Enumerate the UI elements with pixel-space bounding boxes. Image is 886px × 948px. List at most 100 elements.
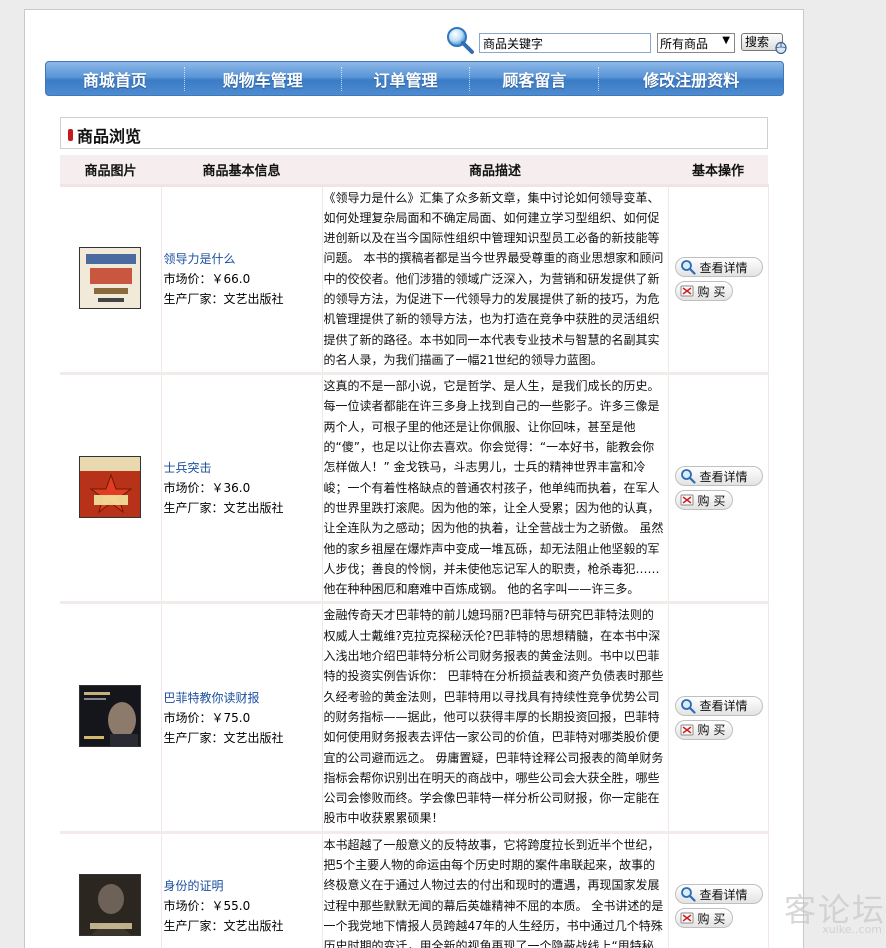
cart-icon (680, 494, 693, 506)
product-table: 商品图片 商品基本信息 商品描述 基本操作 领导力是什么 市场价：￥66.0 生… (60, 155, 769, 948)
product-ops-cell: 查看详情 购 买 (668, 185, 769, 376)
product-cover-image[interactable] (79, 246, 142, 309)
product-info-cell: 巴菲特教你读财报 市场价：￥75.0 生产厂家：文艺出版社 (161, 602, 323, 834)
product-info-cell: 身份的证明 市场价：￥55.0 生产厂家：文艺出版社 (161, 832, 323, 948)
section-title: 商品浏览 (77, 127, 142, 146)
page-container: 所有商品 ▼ 搜索 商城首页 购物车管理 订单管理 顾客留言 (24, 9, 804, 948)
product-info-cell: 领导力是什么 市场价：￥66.0 生产厂家：文艺出版社 (161, 185, 323, 376)
product-maker: 文艺出版社 (223, 730, 284, 745)
product-ops-cell: 查看详情 购 买 (668, 832, 769, 948)
nav-item-cart[interactable]: 购物车管理 (185, 62, 341, 95)
search-bar: 所有商品 ▼ 搜索 (445, 26, 795, 56)
product-price: ￥66.0 (211, 272, 251, 287)
view-details-button[interactable]: 查看详情 (674, 884, 763, 905)
price-label: 市场价： (163, 899, 212, 914)
view-details-button[interactable]: 查看详情 (674, 695, 763, 716)
watermark: 客论坛 xuike..com (784, 885, 886, 936)
price-label: 市场价： (163, 272, 212, 287)
table-row: 领导力是什么 市场价：￥66.0 生产厂家：文艺出版社 《领导力是什么》汇集了众… (60, 185, 769, 376)
view-details-label: 查看详情 (699, 469, 748, 484)
product-ops-cell: 查看详情 购 买 (668, 602, 769, 834)
nav-item-label: 购物车管理 (222, 70, 303, 90)
product-image-cell (60, 373, 162, 605)
view-details-button[interactable]: 查看详情 (674, 466, 763, 487)
product-description: 本书超越了一般意义的反特故事，它将跨度拉长到近半个世纪，把5个主要人物的命运由每… (322, 832, 669, 948)
magnifier-icon (447, 27, 474, 54)
view-details-button[interactable]: 查看详情 (674, 257, 763, 278)
product-cover-image[interactable] (79, 455, 142, 518)
product-image-cell (60, 602, 162, 834)
search-button-label: 搜索 (745, 35, 770, 49)
magnifier-icon (680, 469, 696, 484)
search-input[interactable] (479, 33, 651, 53)
mouse-icon (775, 41, 787, 54)
chevron-down-icon: ▼ (722, 35, 730, 46)
buy-button[interactable]: 购 买 (674, 281, 733, 302)
buy-button[interactable]: 购 买 (674, 490, 733, 511)
product-name-link[interactable]: 身份的证明 (164, 879, 224, 893)
product-maker: 文艺出版社 (223, 292, 284, 307)
nav-item-label: 修改注册资料 (643, 70, 740, 90)
magnifier-icon (680, 260, 696, 275)
product-name-link[interactable]: 士兵突击 (164, 461, 212, 475)
buy-label: 购 买 (697, 723, 726, 738)
product-description: 《领导力是什么》汇集了众多新文章，集中讨论如何领导变革、如何处理复杂局面和不确定… (322, 185, 669, 376)
product-image-cell (60, 832, 162, 948)
buy-button[interactable]: 购 买 (674, 719, 733, 740)
column-header: 商品图片 (60, 155, 161, 187)
table-row: 士兵突击 市场价：￥36.0 生产厂家：文艺出版社 这真的不是一部小说，它是哲学… (60, 373, 769, 605)
buy-button[interactable]: 购 买 (674, 908, 733, 929)
nav-item-home[interactable]: 商城首页 (46, 62, 184, 95)
buy-label: 购 买 (697, 284, 726, 299)
column-header: 商品基本信息 (161, 155, 322, 187)
section-marker-icon (68, 129, 73, 141)
price-label: 市场价： (163, 481, 212, 496)
product-description: 金融传奇天才巴菲特的前儿媳玛丽?巴菲特与研究巴菲特法则的权威人士戴维?克拉克探秘… (322, 602, 669, 834)
product-cover-image[interactable] (79, 873, 142, 936)
view-details-label: 查看详情 (699, 887, 748, 902)
nav-item-label: 商城首页 (82, 70, 147, 90)
main-nav: 商城首页 购物车管理 订单管理 顾客留言 修改注册资料 (45, 61, 784, 96)
cart-icon (680, 724, 693, 736)
cart-icon (680, 285, 693, 297)
cart-icon (680, 912, 693, 924)
view-details-label: 查看详情 (699, 260, 748, 275)
buy-label: 购 买 (697, 911, 726, 926)
magnifier-icon (680, 698, 696, 714)
price-label: 市场价： (163, 710, 212, 725)
nav-item-orders[interactable]: 订单管理 (342, 62, 470, 95)
product-image-cell (60, 185, 162, 376)
magnifier-icon (680, 887, 696, 902)
product-description: 这真的不是一部小说，它是哲学、是人生，是我们成长的历史。每一位读者都能在许三多身… (322, 373, 669, 605)
table-header-row: 商品图片 商品基本信息 商品描述 基本操作 (60, 155, 768, 187)
product-name-link[interactable]: 巴菲特教你读财报 (164, 691, 260, 705)
book-cover-icon (80, 874, 141, 935)
book-cover-icon (80, 456, 141, 517)
product-cover-image[interactable] (79, 685, 142, 748)
book-cover-icon (80, 247, 141, 308)
nav-item-profile[interactable]: 修改注册资料 (599, 62, 783, 95)
column-header: 商品描述 (322, 155, 668, 187)
category-select[interactable]: 所有商品 ▼ (657, 33, 735, 53)
section-header: 商品浏览 (60, 117, 768, 149)
product-name-link[interactable]: 领导力是什么 (164, 252, 236, 266)
product-maker: 文艺出版社 (223, 501, 284, 516)
maker-label: 生产厂家： (163, 501, 224, 516)
maker-label: 生产厂家： (163, 919, 224, 934)
search-button[interactable]: 搜索 (741, 33, 787, 54)
nav-item-label: 订单管理 (373, 70, 438, 90)
product-info-cell: 士兵突击 市场价：￥36.0 生产厂家：文艺出版社 (161, 373, 323, 605)
view-details-label: 查看详情 (699, 699, 748, 714)
product-maker: 文艺出版社 (223, 919, 284, 934)
book-cover-icon (80, 686, 141, 747)
column-header: 基本操作 (668, 155, 768, 187)
maker-label: 生产厂家： (163, 292, 224, 307)
watermark-sub: xuike..com (822, 923, 882, 936)
nav-item-label: 顾客留言 (502, 70, 567, 90)
product-price: ￥36.0 (211, 481, 251, 496)
table-row: 巴菲特教你读财报 市场价：￥75.0 生产厂家：文艺出版社 金融传奇天才巴菲特的… (60, 602, 769, 834)
buy-label: 购 买 (697, 493, 726, 508)
maker-label: 生产厂家： (163, 730, 224, 745)
nav-item-messages[interactable]: 顾客留言 (470, 62, 598, 95)
product-price: ￥75.0 (211, 710, 251, 725)
